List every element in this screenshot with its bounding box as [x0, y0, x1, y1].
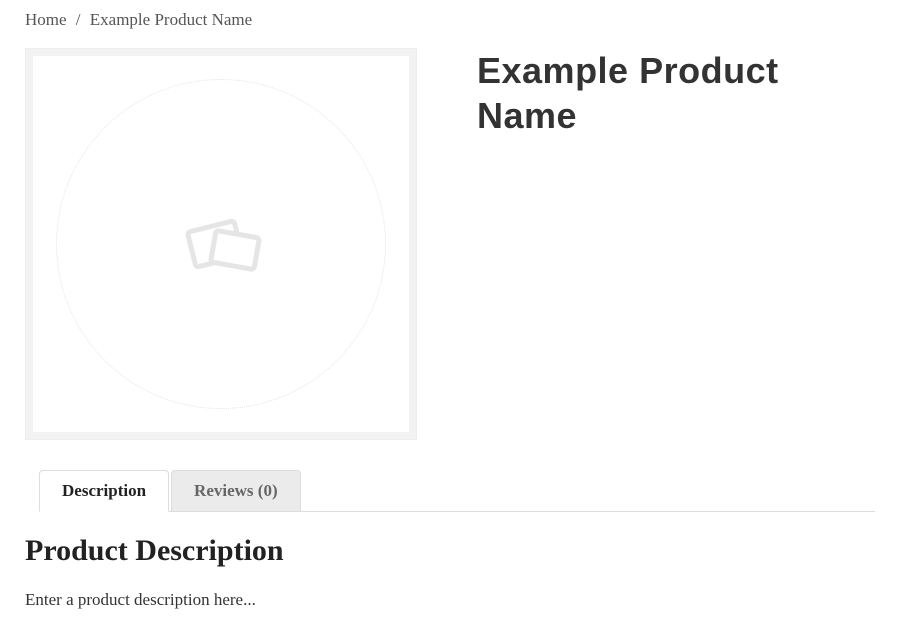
- tab-reviews[interactable]: Reviews (0): [171, 470, 301, 511]
- breadcrumb: Home / Example Product Name: [25, 10, 875, 30]
- tabs-section: Description Reviews (0) Product Descript…: [25, 470, 875, 620]
- tabs-list: Description Reviews (0): [39, 470, 875, 512]
- image-placeholder-icon: [176, 204, 266, 284]
- product-title: Example Product Name: [477, 48, 875, 138]
- product-image-frame: [25, 48, 417, 440]
- breadcrumb-separator: /: [76, 10, 81, 29]
- product-main: Example Product Name: [25, 48, 875, 440]
- description-heading: Product Description: [25, 534, 875, 568]
- tab-description[interactable]: Description: [39, 470, 169, 512]
- breadcrumb-home-link[interactable]: Home: [25, 10, 67, 29]
- breadcrumb-current: Example Product Name: [90, 10, 252, 29]
- description-text: Enter a product description here...: [25, 590, 875, 610]
- tab-content: Product Description Enter a product desc…: [25, 512, 875, 620]
- product-image-placeholder[interactable]: [33, 56, 409, 432]
- product-info: Example Product Name: [477, 48, 875, 440]
